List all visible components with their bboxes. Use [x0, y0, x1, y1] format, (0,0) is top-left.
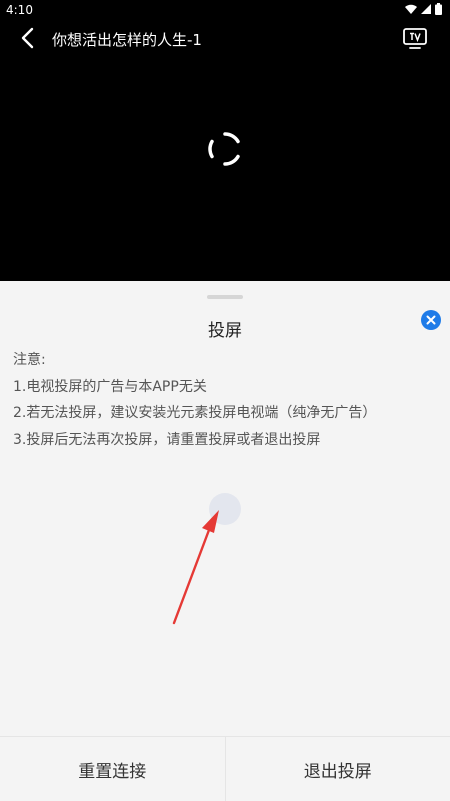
cast-notes: 注意: 1.电视投屏的广告与本APP无关 2.若无法投屏，建议安装光元素投屏电视…	[13, 347, 376, 453]
signal-icon	[421, 4, 431, 14]
status-time: 4:10	[6, 3, 33, 17]
status-icons	[405, 3, 442, 15]
sheet-title: 投屏	[0, 316, 450, 341]
reset-connection-button[interactable]: 重置连接	[0, 737, 225, 801]
note-item: 2.若无法投屏，建议安装光元素投屏电视端（纯净无广告）	[13, 400, 376, 427]
cast-sheet: 投屏 注意: 1.电视投屏的广告与本APP无关 2.若无法投屏，建议安装光元素投…	[0, 281, 450, 800]
status-bar: 4:10	[0, 0, 450, 20]
drag-handle[interactable]	[207, 295, 243, 299]
note-item: 1.电视投屏的广告与本APP无关	[13, 374, 376, 401]
spinner-icon	[206, 130, 244, 168]
note-item: 3.投屏后无法再次投屏，请重置投屏或者退出投屏	[13, 427, 376, 454]
wifi-icon	[405, 4, 417, 14]
close-icon[interactable]	[421, 310, 441, 330]
red-arrow-icon	[168, 506, 228, 626]
notes-heading: 注意:	[13, 347, 376, 374]
exit-cast-button[interactable]: 退出投屏	[225, 737, 450, 801]
tv-icon[interactable]	[402, 25, 428, 51]
video-title: 你想活出怎样的人生-1	[52, 29, 202, 50]
back-arrow-icon[interactable]	[16, 26, 40, 50]
battery-icon	[435, 3, 442, 15]
sheet-actions: 重置连接 退出投屏	[0, 736, 450, 801]
player-top-bar: 你想活出怎样的人生-1	[0, 20, 450, 56]
video-player[interactable]: 4:10 你想活出怎样的人生-1	[0, 0, 450, 281]
